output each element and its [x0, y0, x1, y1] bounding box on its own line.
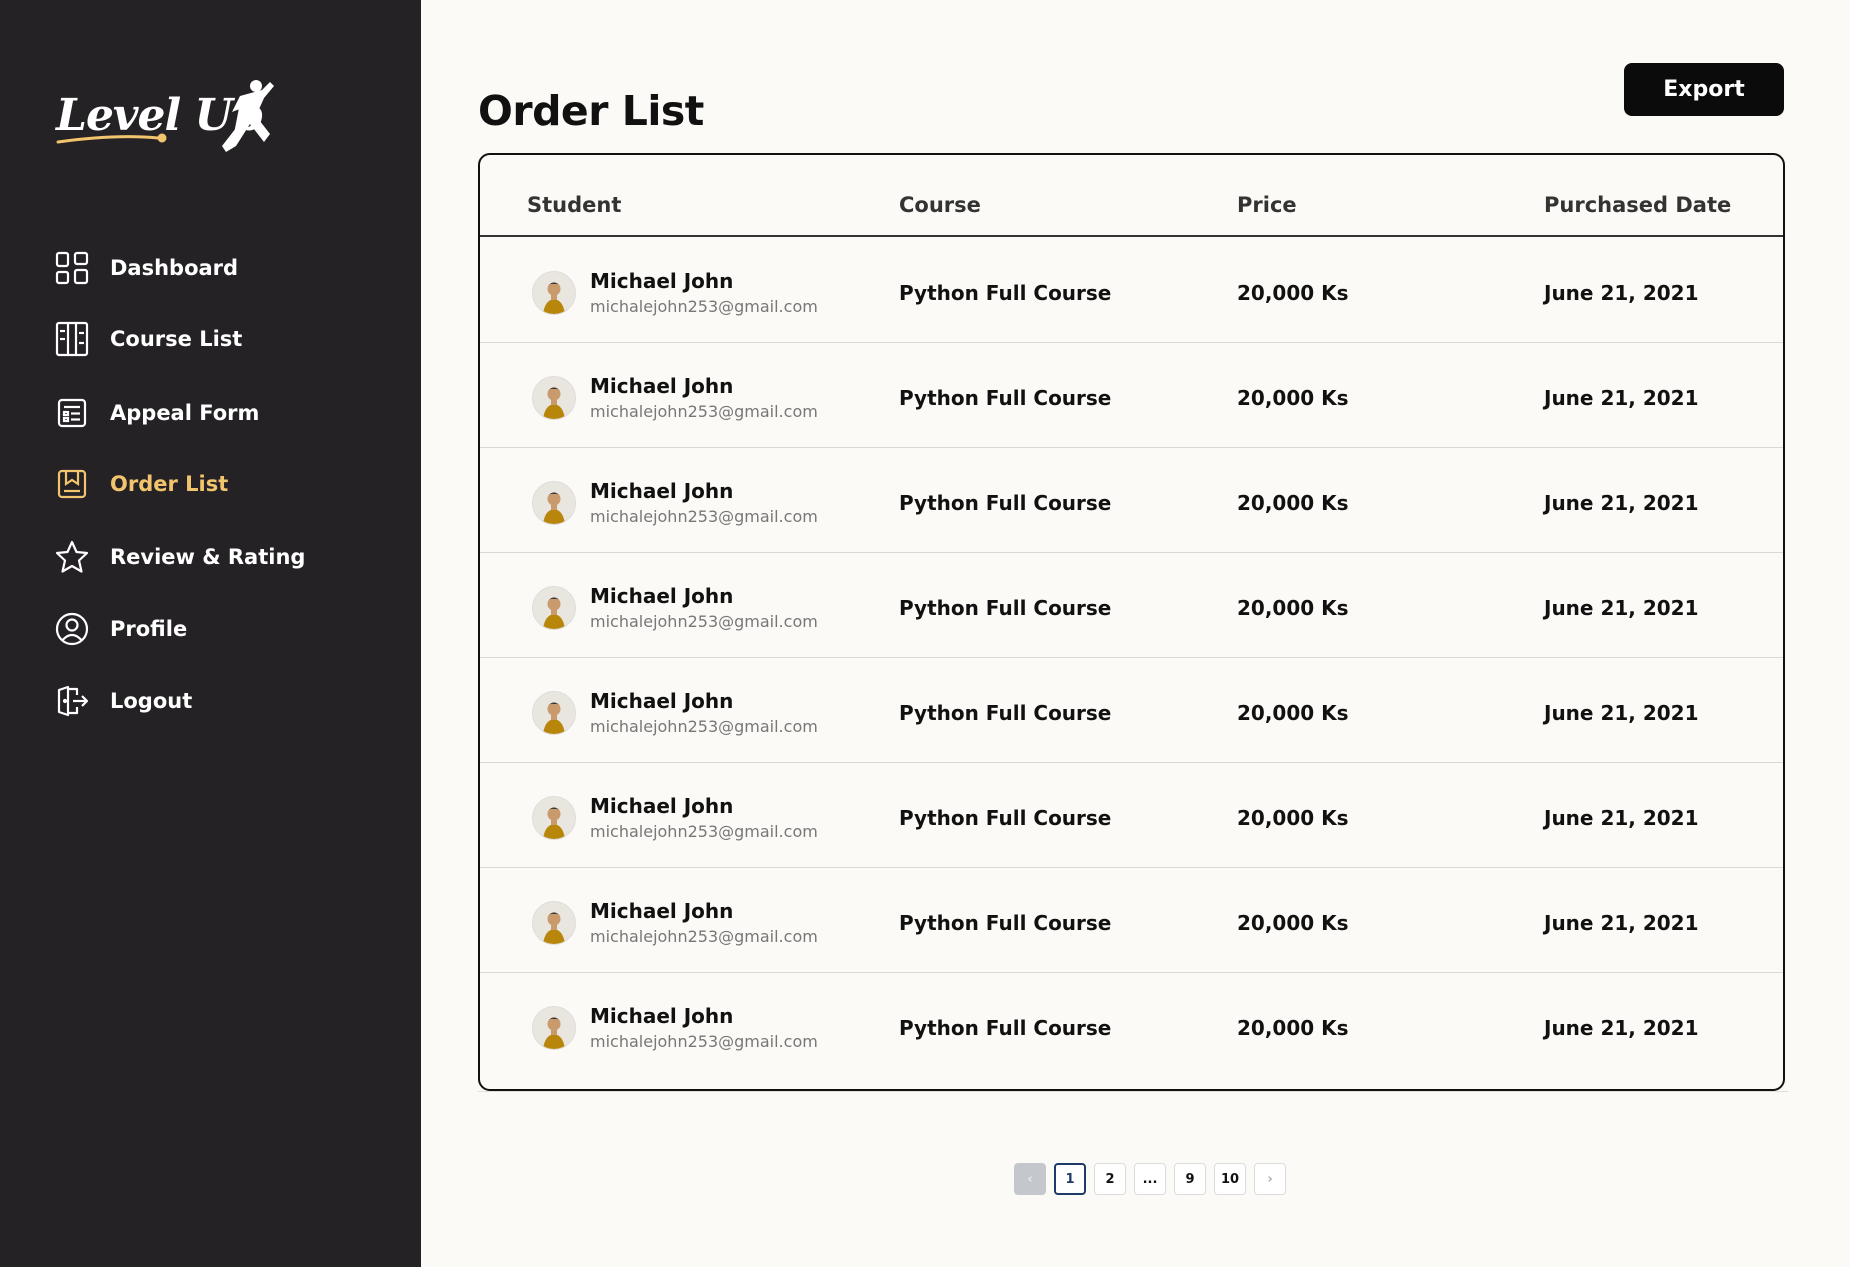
sidebar-item-label: Review & Rating — [110, 545, 306, 569]
purchased-date: June 21, 2021 — [1544, 911, 1699, 935]
student-name: Michael John — [590, 899, 734, 923]
student-email: michalejohn253@gmail.com — [590, 297, 818, 316]
sidebar-item-label: Appeal Form — [110, 401, 260, 425]
purchased-date: June 21, 2021 — [1544, 386, 1699, 410]
student-email: michalejohn253@gmail.com — [590, 717, 818, 736]
sidebar-item-course-list[interactable]: Course List — [54, 319, 374, 359]
table-row[interactable]: Michael John michalejohn253@gmail.com Pyth… — [480, 972, 1783, 1077]
avatar — [532, 901, 576, 945]
sidebar-item-label: Profile — [110, 617, 188, 641]
price: 20,000 Ks — [1237, 491, 1349, 515]
avatar — [532, 271, 576, 315]
table-shadow — [478, 1091, 1788, 1092]
course-list-icon — [54, 321, 90, 357]
table-row[interactable]: Michael John michalejohn253@gmail.com Pyth… — [480, 447, 1783, 553]
student-name: Michael John — [590, 479, 734, 503]
logout-icon — [54, 683, 90, 719]
course-name: Python Full Course — [899, 911, 1112, 935]
pagination-prev-button[interactable]: ‹ — [1014, 1163, 1046, 1195]
student-name: Michael John — [590, 794, 734, 818]
pagination-page-1[interactable]: 1 — [1054, 1163, 1086, 1195]
course-name: Python Full Course — [899, 806, 1112, 830]
sidebar-item-label: Logout — [110, 689, 193, 713]
sidebar-item-label: Course List — [110, 327, 243, 351]
pagination-next-button[interactable]: › — [1254, 1163, 1286, 1195]
avatar — [532, 481, 576, 525]
student-name: Michael John — [590, 689, 734, 713]
student-email: michalejohn253@gmail.com — [590, 927, 818, 946]
pagination-page-2[interactable]: 2 — [1094, 1163, 1126, 1195]
course-name: Python Full Course — [899, 1016, 1112, 1040]
student-email: michalejohn253@gmail.com — [590, 507, 818, 526]
sidebar-item-review-rating[interactable]: Review & Rating — [54, 537, 374, 577]
price: 20,000 Ks — [1237, 1016, 1349, 1040]
sidebar-item-profile[interactable]: Profile — [54, 609, 374, 649]
pagination-page-9[interactable]: 9 — [1174, 1163, 1206, 1195]
pagination: ‹ 1 2 ... 9 10 › — [1014, 1163, 1286, 1195]
table-row[interactable]: Michael John michalejohn253@gmail.com Pyth… — [480, 657, 1783, 763]
sidebar: Level Up Dashboard Course List Appeal Fo… — [0, 0, 421, 1267]
table-row[interactable]: Michael John michalejohn253@gmail.com Pyth… — [480, 552, 1783, 658]
sidebar-item-order-list[interactable]: Order List — [54, 464, 374, 504]
column-header-course[interactable]: Course — [899, 193, 981, 217]
avatar — [532, 376, 576, 420]
price: 20,000 Ks — [1237, 806, 1349, 830]
price: 20,000 Ks — [1237, 281, 1349, 305]
price: 20,000 Ks — [1237, 701, 1349, 725]
profile-icon — [54, 611, 90, 647]
order-icon — [54, 466, 90, 502]
purchased-date: June 21, 2021 — [1544, 491, 1699, 515]
purchased-date: June 21, 2021 — [1544, 1016, 1699, 1040]
student-email: michalejohn253@gmail.com — [590, 612, 818, 631]
course-name: Python Full Course — [899, 701, 1112, 725]
price: 20,000 Ks — [1237, 386, 1349, 410]
sidebar-item-label: Dashboard — [110, 256, 239, 280]
purchased-date: June 21, 2021 — [1544, 701, 1699, 725]
price: 20,000 Ks — [1237, 596, 1349, 620]
course-name: Python Full Course — [899, 386, 1112, 410]
sidebar-item-appeal-form[interactable]: Appeal Form — [54, 393, 374, 433]
purchased-date: June 21, 2021 — [1544, 596, 1699, 620]
form-icon — [54, 395, 90, 431]
pagination-ellipsis[interactable]: ... — [1134, 1163, 1166, 1195]
avatar — [532, 691, 576, 735]
table-row[interactable]: Michael John michalejohn253@gmail.com Pyth… — [480, 867, 1783, 973]
column-header-price[interactable]: Price — [1237, 193, 1297, 217]
course-name: Python Full Course — [899, 281, 1112, 305]
purchased-date: June 21, 2021 — [1544, 806, 1699, 830]
avatar — [532, 1006, 576, 1050]
brand-logo[interactable]: Level Up — [56, 76, 296, 166]
purchased-date: June 21, 2021 — [1544, 281, 1699, 305]
sidebar-item-dashboard[interactable]: Dashboard — [54, 248, 374, 288]
course-name: Python Full Course — [899, 596, 1112, 620]
table-row[interactable]: Michael John michalejohn253@gmail.com Pyth… — [480, 237, 1783, 343]
table-row[interactable]: Michael John michalejohn253@gmail.com Pyth… — [480, 762, 1783, 868]
price: 20,000 Ks — [1237, 911, 1349, 935]
export-button[interactable]: Export — [1624, 63, 1784, 116]
pagination-page-10[interactable]: 10 — [1214, 1163, 1246, 1195]
avatar — [532, 586, 576, 630]
student-name: Michael John — [590, 1004, 734, 1028]
student-email: michalejohn253@gmail.com — [590, 402, 818, 421]
course-name: Python Full Course — [899, 491, 1112, 515]
star-icon — [54, 539, 90, 575]
table-header: Student Course Price Purchased Date — [480, 155, 1783, 237]
brand-logo-text: Level Up — [56, 90, 263, 141]
column-header-purchased-date[interactable]: Purchased Date — [1544, 193, 1731, 217]
student-email: michalejohn253@gmail.com — [590, 1032, 818, 1051]
student-name: Michael John — [590, 374, 734, 398]
dashboard-icon — [54, 250, 90, 286]
student-name: Michael John — [590, 584, 734, 608]
page-title: Order List — [478, 87, 704, 136]
table-row[interactable]: Michael John michalejohn253@gmail.com Pyth… — [480, 342, 1783, 448]
student-email: michalejohn253@gmail.com — [590, 822, 818, 841]
column-header-student[interactable]: Student — [527, 193, 621, 217]
student-name: Michael John — [590, 269, 734, 293]
order-table: Student Course Price Purchased Date Mich… — [478, 153, 1785, 1091]
avatar — [532, 796, 576, 840]
sidebar-item-logout[interactable]: Logout — [54, 681, 374, 721]
sidebar-item-label: Order List — [110, 472, 229, 496]
